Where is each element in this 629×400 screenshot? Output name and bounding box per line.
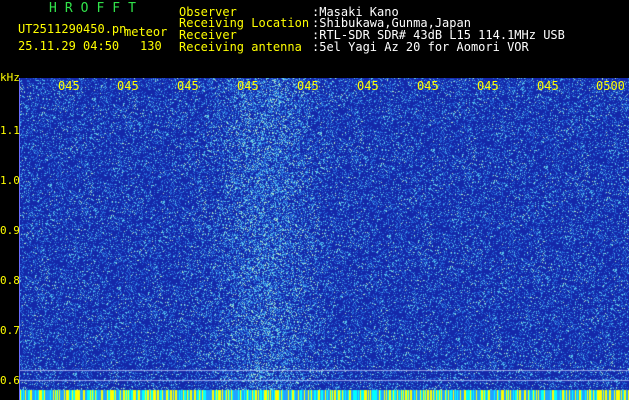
datetime: 25.11.29 04:50: [18, 39, 120, 53]
x-tick-label: 045: [417, 79, 439, 93]
y-tick-label: 0.6: [0, 374, 20, 387]
y-tick-label: 0.7: [0, 324, 20, 337]
y-tick-label: 1.1: [0, 124, 20, 137]
spectrogram-canvas: [20, 78, 629, 400]
count: 130: [140, 39, 162, 53]
y-tick-label: 1.0: [0, 174, 20, 187]
file-name: UT2511290450.pn: [18, 22, 127, 36]
y-tick-label: 0.9: [0, 224, 20, 237]
antenna-label: Receiving antenna: [179, 40, 302, 54]
y-tick-label: 0.8: [0, 274, 20, 287]
x-tick-label: 045: [58, 79, 80, 93]
x-tick-label: 045: [297, 79, 319, 93]
x-tick-label: 045: [237, 79, 259, 93]
x-tick-label: 045: [357, 79, 379, 93]
brand-title: HROFFT: [49, 1, 144, 16]
x-tick-label: 045: [177, 79, 199, 93]
x-tick-label: 0500: [596, 79, 625, 93]
header-panel: HROFFT UT2511290450.pn meteor 25.11.29 0…: [0, 0, 629, 78]
x-tick-label: 045: [477, 79, 499, 93]
y-unit-label: kHz: [0, 71, 20, 84]
tag-label: meteor: [124, 25, 168, 39]
x-tick-label: 045: [117, 79, 139, 93]
antenna-value: :5el Yagi Az 20 for Aomori VOR: [312, 40, 529, 54]
x-tick-label: 045: [537, 79, 559, 93]
